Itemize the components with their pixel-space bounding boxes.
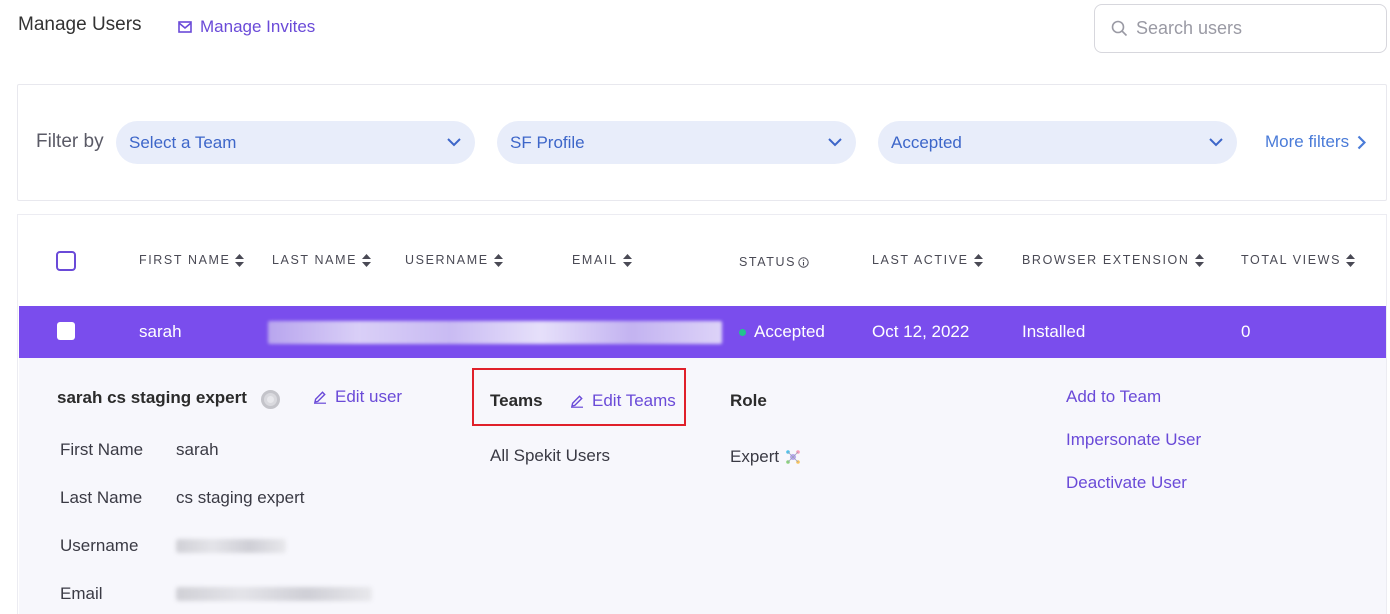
filter-label: Filter by [36,131,104,152]
column-label: USERNAME [405,253,489,267]
chevron-down-icon [828,138,842,147]
team-select[interactable]: Select a Team [116,121,475,164]
column-label: STATUS [739,255,797,269]
first-name-label: First Name [60,440,144,459]
more-filters-label: More filters [1265,132,1350,151]
chevron-right-icon [1357,135,1367,149]
sort-icon [973,253,983,267]
chevron-down-icon [447,138,461,147]
column-header-last-name[interactable]: LAST NAME [272,253,372,267]
teams-label: Teams [490,391,543,410]
add-to-team-link[interactable]: Add to Team [1066,387,1161,407]
last-name-label: Last Name [60,488,143,507]
sort-icon [1346,253,1356,267]
chrome-icon [261,390,280,409]
search-input[interactable] [1136,18,1366,39]
email-value-redacted [176,587,372,601]
search-icon [1111,20,1128,37]
edit-user-label: Edit user [335,387,403,406]
column-header-email[interactable]: EMAIL [572,253,632,267]
column-header-total-views[interactable]: TOTAL VIEWS [1241,253,1356,267]
cell-browser-extension: Installed [1022,322,1086,341]
sort-icon [1194,253,1204,267]
edit-teams-link[interactable]: Edit Teams [570,391,676,411]
status-select[interactable]: Accepted [878,121,1237,164]
pencil-icon [571,395,583,408]
status-dot [739,329,746,337]
redacted-cells [268,321,722,344]
column-header-last-active[interactable]: LAST ACTIVE [872,253,983,267]
chevron-down-icon [1209,138,1223,147]
column-header-username[interactable]: USERNAME [405,253,503,267]
column-header-first-name[interactable]: FIRST NAME [139,253,245,267]
page-title: Manage Users [18,14,142,35]
manage-invites-label: Manage Invites [200,17,316,36]
profile-select[interactable]: SF Profile [497,121,856,164]
search-box[interactable] [1094,4,1387,53]
deactivate-user-link[interactable]: Deactivate User [1066,473,1187,493]
team-value: All Spekit Users [490,446,610,465]
cell-total-views: 0 [1241,322,1251,341]
role-value: Expert [730,447,801,467]
cell-last-active: Oct 12, 2022 [872,322,970,341]
sort-icon [622,253,632,267]
row-checkbox[interactable] [57,322,75,340]
edit-teams-label: Edit Teams [592,391,676,410]
sort-icon [362,253,372,267]
column-label: BROWSER EXTENSION [1022,253,1190,267]
profile-select-value: SF Profile [510,132,585,152]
info-icon[interactable] [798,256,809,268]
impersonate-user-link[interactable]: Impersonate User [1066,430,1201,450]
username-value-redacted [176,539,286,553]
status-select-value: Accepted [891,132,962,152]
column-label: LAST NAME [272,253,358,267]
column-label: FIRST NAME [139,253,231,267]
select-all-checkbox[interactable] [56,251,76,271]
cell-status: Accepted [739,322,825,342]
role-value-text: Expert [730,447,780,466]
column-label: LAST ACTIVE [872,253,969,267]
first-name-value: sarah [176,440,219,459]
expert-badge-icon [786,450,800,464]
last-name-value: cs staging expert [176,488,305,507]
edit-user-link[interactable]: Edit user [313,387,402,407]
role-label: Role [730,391,767,410]
mail-icon [178,21,192,33]
sort-icon [493,253,503,267]
column-header-status: STATUS [739,255,809,269]
column-header-browser-extension[interactable]: BROWSER EXTENSION [1022,253,1204,267]
sort-icon [235,253,245,267]
cell-status-text: Accepted [754,322,825,341]
email-label: Email [60,584,103,603]
user-full-name: sarah cs staging expert [57,388,247,407]
team-select-value: Select a Team [129,132,237,152]
more-filters-link[interactable]: More filters [1265,132,1367,152]
column-label: EMAIL [572,253,618,267]
pencil-icon [314,391,326,404]
manage-invites-link[interactable]: Manage Invites [178,17,315,37]
column-label: TOTAL VIEWS [1241,253,1342,267]
cell-first-name: sarah [139,322,182,341]
username-label: Username [60,536,139,555]
